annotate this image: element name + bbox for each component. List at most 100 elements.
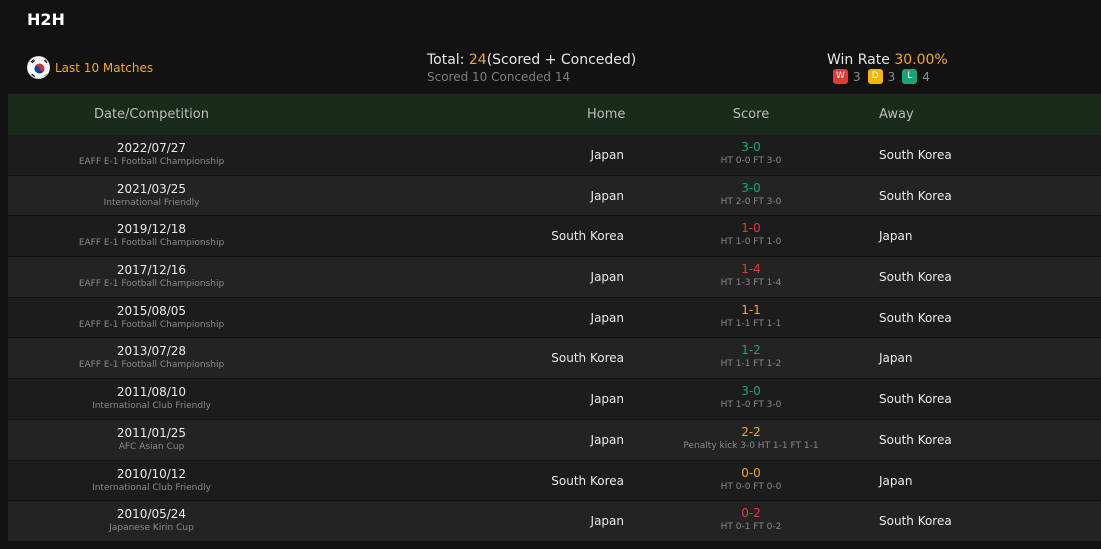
- score-detail: HT 1-3 FT 1-4: [720, 278, 782, 289]
- match-date: 2013/07/28: [116, 344, 187, 359]
- win-rate: Win Rate 30.00% W 3 D 3 L 4: [827, 52, 948, 84]
- table-row[interactable]: 2022/07/27 EAFF E-1 Football Championshi…: [8, 135, 1101, 176]
- table-row[interactable]: 2021/03/25 International Friendly Japan …: [8, 175, 1101, 217]
- h2h-table: Date/Competition Home Score Away 2022/07…: [8, 94, 1101, 542]
- competition-name[interactable]: EAFF E-1 Football Championship: [8, 319, 295, 331]
- match-date: 2011/01/25: [116, 425, 187, 440]
- score-cell: 3-0 HT 1-0 FT 3-0: [651, 383, 851, 411]
- date-cell: 2017/12/16 EAFF E-1 Football Championshi…: [8, 263, 295, 290]
- last-matches-filter[interactable]: Last 10 Matches: [27, 56, 153, 79]
- date-cell: 2011/01/25 AFC Asian Cup: [8, 426, 295, 453]
- away-team[interactable]: South Korea: [879, 433, 952, 447]
- score-detail: HT 1-0 FT 1-0: [720, 237, 782, 248]
- competition-name[interactable]: EAFF E-1 Football Championship: [8, 237, 295, 249]
- column-header-date: Date/Competition: [93, 107, 209, 122]
- table-row[interactable]: 2017/12/16 EAFF E-1 Football Championshi…: [8, 257, 1101, 298]
- table-body: 2022/07/27 EAFF E-1 Football Championshi…: [8, 135, 1101, 542]
- competition-name[interactable]: International Club Friendly: [8, 400, 295, 412]
- away-team[interactable]: South Korea: [879, 189, 952, 203]
- competition-name[interactable]: EAFF E-1 Football Championship: [8, 359, 295, 371]
- column-header-home: Home: [587, 107, 626, 122]
- match-score[interactable]: 1-2: [651, 342, 851, 358]
- win-badge: W: [833, 69, 848, 84]
- home-team[interactable]: Japan: [591, 189, 624, 203]
- away-team[interactable]: South Korea: [879, 514, 952, 528]
- match-score[interactable]: 0-0: [651, 465, 851, 481]
- date-cell: 2011/08/10 International Club Friendly: [8, 385, 295, 412]
- competition-name[interactable]: EAFF E-1 Football Championship: [8, 156, 295, 168]
- draw-count: 3: [887, 69, 896, 84]
- score-detail: HT 1-0 FT 3-0: [720, 400, 782, 411]
- score-cell: 1-0 HT 1-0 FT 1-0: [651, 220, 851, 248]
- last-matches-label[interactable]: Last 10 Matches: [55, 61, 153, 75]
- date-cell: 2019/12/18 EAFF E-1 Football Championshi…: [8, 222, 295, 249]
- match-score[interactable]: 1-1: [651, 302, 851, 318]
- column-header-score: Score: [732, 107, 770, 122]
- score-cell: 0-0 HT 0-0 FT 0-0: [651, 465, 851, 493]
- competition-name[interactable]: International Friendly: [8, 197, 295, 209]
- match-score[interactable]: 3-0: [651, 139, 851, 155]
- page-title: H2H: [27, 10, 65, 29]
- home-team[interactable]: Japan: [591, 270, 624, 284]
- match-date: 2022/07/27: [116, 141, 187, 155]
- date-cell: 2013/07/28 EAFF E-1 Football Championshi…: [8, 344, 295, 371]
- competition-name[interactable]: AFC Asian Cup: [8, 441, 295, 453]
- away-team[interactable]: South Korea: [879, 148, 952, 162]
- score-cell: 0-2 HT 0-1 FT 0-2: [651, 505, 851, 533]
- home-team[interactable]: Japan: [591, 514, 624, 528]
- match-score[interactable]: 1-4: [651, 261, 851, 277]
- date-cell: 2015/08/05 EAFF E-1 Football Championshi…: [8, 304, 295, 331]
- table-row[interactable]: 2011/08/10 International Club Friendly J…: [8, 379, 1101, 420]
- home-team[interactable]: South Korea: [551, 229, 624, 243]
- score-detail: HT 1-1 FT 1-2: [720, 359, 782, 370]
- total-goals: Total: 24(Scored + Conceded) Scored 10 C…: [427, 52, 636, 84]
- win-rate-value: 30.00%: [894, 52, 948, 68]
- win-rate-line: Win Rate 30.00%: [827, 52, 948, 68]
- table-row[interactable]: 2010/10/12 International Club Friendly S…: [8, 460, 1101, 502]
- score-detail: HT 1-1 FT 1-1: [720, 318, 782, 329]
- away-team[interactable]: Japan: [879, 229, 912, 243]
- away-team[interactable]: South Korea: [879, 392, 952, 406]
- wdl-record: W 3 D 3 L 4: [833, 69, 948, 84]
- date-cell: 2010/05/24 Japanese Kirin Cup: [8, 507, 295, 534]
- match-date: 2015/08/05: [116, 303, 187, 318]
- competition-name[interactable]: EAFF E-1 Football Championship: [8, 278, 295, 290]
- match-score[interactable]: 2-2: [651, 424, 851, 440]
- competition-name[interactable]: Japanese Kirin Cup: [8, 522, 295, 534]
- away-team[interactable]: Japan: [879, 351, 912, 365]
- table-row[interactable]: 2019/12/18 EAFF E-1 Football Championshi…: [8, 216, 1101, 258]
- home-team[interactable]: Japan: [591, 433, 624, 447]
- home-team[interactable]: South Korea: [551, 351, 624, 365]
- score-detail: Penalty kick 3-0 HT 1-1 FT 1-1: [683, 440, 819, 451]
- score-cell: 1-1 HT 1-1 FT 1-1: [651, 302, 851, 330]
- total-value: 24: [468, 52, 487, 68]
- table-row[interactable]: 2011/01/25 AFC Asian Cup Japan 2-2 Penal…: [8, 419, 1101, 461]
- home-team[interactable]: Japan: [591, 148, 624, 162]
- date-cell: 2021/03/25 International Friendly: [8, 182, 295, 209]
- home-team[interactable]: South Korea: [551, 474, 624, 488]
- away-team[interactable]: South Korea: [879, 270, 952, 284]
- away-team[interactable]: Japan: [879, 474, 912, 488]
- table-row[interactable]: 2010/05/24 Japanese Kirin Cup Japan 0-2 …: [8, 501, 1101, 542]
- home-team[interactable]: Japan: [591, 392, 624, 406]
- away-team[interactable]: South Korea: [879, 311, 952, 325]
- south-korea-flag-icon: [27, 56, 50, 79]
- score-detail: HT 0-1 FT 0-2: [720, 522, 782, 533]
- match-score[interactable]: 3-0: [651, 383, 851, 399]
- table-row[interactable]: 2013/07/28 EAFF E-1 Football Championshi…: [8, 338, 1101, 380]
- score-cell: 1-2 HT 1-1 FT 1-2: [651, 342, 851, 370]
- match-score[interactable]: 0-2: [651, 505, 851, 521]
- match-score[interactable]: 3-0: [651, 180, 851, 196]
- score-cell: 1-4 HT 1-3 FT 1-4: [651, 261, 851, 289]
- match-score[interactable]: 1-0: [651, 220, 851, 236]
- competition-name[interactable]: International Club Friendly: [8, 482, 295, 494]
- home-team[interactable]: Japan: [591, 311, 624, 325]
- h2h-summary: Last 10 Matches Total: 24(Scored + Conce…: [0, 48, 1101, 92]
- match-date: 2017/12/16: [116, 263, 187, 278]
- match-date: 2021/03/25: [116, 181, 187, 196]
- score-cell: 3-0 HT 0-0 FT 3-0: [651, 139, 851, 167]
- win-rate-label: Win Rate: [827, 52, 895, 68]
- total-prefix: Total:: [427, 52, 469, 68]
- column-header-away: Away: [879, 107, 914, 122]
- table-row[interactable]: 2015/08/05 EAFF E-1 Football Championshi…: [8, 297, 1101, 339]
